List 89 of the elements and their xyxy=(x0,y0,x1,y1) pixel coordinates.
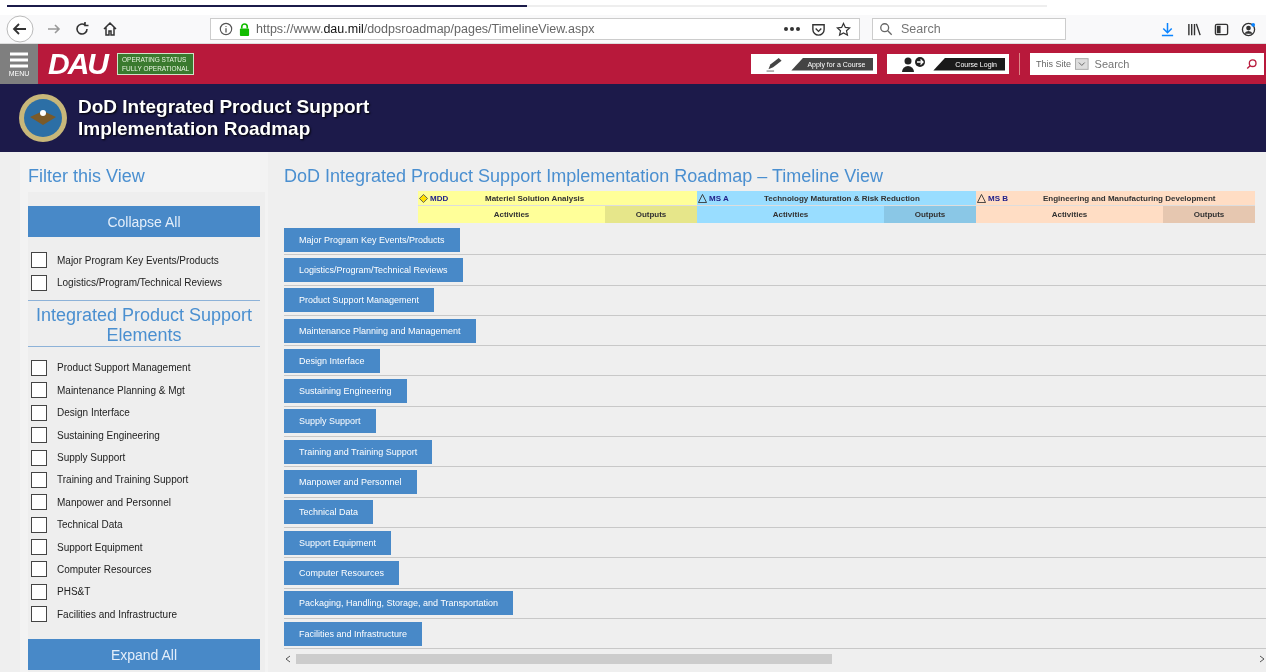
checkbox[interactable] xyxy=(31,561,47,578)
checkbox[interactable] xyxy=(31,494,47,511)
category-button[interactable]: Facilities and Infrastructure xyxy=(284,621,423,646)
checkbox[interactable] xyxy=(31,404,47,421)
checkbox-label[interactable]: Technical Data xyxy=(57,519,123,531)
checkbox[interactable] xyxy=(31,471,47,488)
more-icon[interactable] xyxy=(783,26,801,32)
library-icon[interactable] xyxy=(1187,21,1202,37)
category-button[interactable]: Packaging, Handling, Storage, and Transportation xyxy=(284,591,514,616)
checkbox-label[interactable]: Support Equipment xyxy=(57,541,143,553)
horizontal-scrollbar[interactable] xyxy=(284,653,1266,666)
column-header: Outputs xyxy=(884,206,976,223)
info-icon[interactable] xyxy=(219,22,233,36)
search-field[interactable]: Search xyxy=(899,21,1053,37)
checkbox-label[interactable]: Training and Training Support xyxy=(57,474,189,486)
milestone-label: MDD xyxy=(430,193,449,203)
checkbox[interactable] xyxy=(31,274,47,291)
scroll-right-icon[interactable] xyxy=(1258,655,1266,664)
back-icon[interactable] xyxy=(6,15,34,43)
scroll-left-icon[interactable] xyxy=(284,655,292,664)
scope-label: This Site xyxy=(1036,59,1071,69)
triangle-icon xyxy=(698,193,707,203)
category-button[interactable]: Computer Resources xyxy=(284,560,400,585)
category-button[interactable]: Support Equipment xyxy=(284,530,392,555)
account-icon[interactable] xyxy=(1241,21,1256,37)
pocket-icon[interactable] xyxy=(811,21,826,37)
reload-icon[interactable] xyxy=(74,21,90,37)
category-button[interactable]: Manpower and Personnel xyxy=(284,470,417,494)
page-title: DoD Integrated Product Support Implementation Roadmap xyxy=(78,96,370,140)
checkbox[interactable] xyxy=(31,252,47,269)
category-button[interactable]: Technical Data xyxy=(284,500,374,525)
seal-icon xyxy=(18,93,68,143)
checkbox[interactable] xyxy=(31,516,47,533)
checkbox-label[interactable]: Supply Support xyxy=(57,452,126,464)
phase-name: Materiel Solution Analysis xyxy=(485,193,586,203)
sidebar-title: Filter this View xyxy=(27,166,146,188)
category-button[interactable]: Sustaining Engineering xyxy=(284,379,407,404)
category-button[interactable]: Major Program Key Events/Products xyxy=(284,227,460,252)
checkbox-label[interactable]: Major Program Key Events/Products xyxy=(57,254,219,266)
site-search-field[interactable]: Search xyxy=(1092,57,1243,71)
user-arrow-icon xyxy=(901,56,928,72)
checkbox-label[interactable]: Facilities and Infrastructure xyxy=(57,608,178,620)
category-button[interactable]: Logistics/Program/Technical Reviews xyxy=(284,257,463,282)
star-icon[interactable] xyxy=(836,21,851,37)
category-button[interactable]: Supply Support xyxy=(284,409,376,434)
category-button[interactable]: Maintenance Planning and Management xyxy=(284,318,476,343)
column-header: Activities xyxy=(697,206,884,223)
phase-name: Engineering and Manufacturing Development xyxy=(1043,193,1217,203)
column-header: Activities xyxy=(976,206,1163,223)
milestone-label: MS A xyxy=(709,193,729,203)
menu-icon xyxy=(9,51,29,68)
column-header: Outputs xyxy=(1163,206,1255,223)
milestone-label: MS B xyxy=(988,193,1008,203)
phase-name: Technology Maturation & Risk Reduction xyxy=(764,193,921,203)
checkbox[interactable] xyxy=(31,359,47,376)
triangle-icon xyxy=(977,193,986,203)
download-icon[interactable] xyxy=(1160,21,1175,37)
checkbox-label[interactable]: Sustaining Engineering xyxy=(57,429,160,441)
checkbox-label[interactable]: Logistics/Program/Technical Reviews xyxy=(57,277,223,289)
checkbox[interactable] xyxy=(31,539,47,556)
checkbox-label[interactable]: Design Interface xyxy=(57,407,130,419)
site-search-box[interactable]: This Site Search xyxy=(1030,53,1264,75)
checkbox-label[interactable]: Product Support Management xyxy=(57,362,191,374)
checkbox-label[interactable]: PHS&T xyxy=(57,586,91,598)
diamond-icon xyxy=(419,193,428,203)
address-bar[interactable]: https://www.dau.mil/dodpsroadmap/pages/TimelineView.aspx xyxy=(210,18,860,40)
column-header: Activities xyxy=(418,206,605,223)
checkbox[interactable] xyxy=(31,382,47,399)
timeline-title: DoD Integrated Product Support Implementation Roadmap – Timeline View xyxy=(284,166,884,188)
search-icon[interactable] xyxy=(1246,58,1258,70)
checkbox[interactable] xyxy=(31,583,47,600)
column-header: Outputs xyxy=(605,206,697,223)
home-icon[interactable] xyxy=(102,21,118,37)
checkbox[interactable] xyxy=(31,606,47,623)
category-button[interactable]: Training and Training Support xyxy=(284,439,433,464)
lock-icon xyxy=(239,22,250,36)
checkbox-label[interactable]: Maintenance Planning & Mgt xyxy=(57,384,185,396)
category-button[interactable]: Product Support Management xyxy=(284,288,435,313)
checkbox[interactable] xyxy=(31,427,47,444)
site-logo[interactable]: DAU xyxy=(48,49,107,79)
sidebar-icon[interactable] xyxy=(1214,21,1229,37)
category-button[interactable]: Design Interface xyxy=(284,348,380,373)
url-text: https://www.dau.mil/dodpsroadmap/pages/TimelineView.aspx xyxy=(256,22,595,36)
checkbox[interactable] xyxy=(31,449,47,466)
search-icon xyxy=(879,22,893,36)
checkbox-label[interactable]: Computer Resources xyxy=(57,564,152,575)
section-title: Integrated Product Support Elements xyxy=(28,299,260,347)
checkbox-label[interactable]: Manpower and Personnel xyxy=(57,496,171,508)
search-box[interactable]: Search xyxy=(872,18,1066,40)
